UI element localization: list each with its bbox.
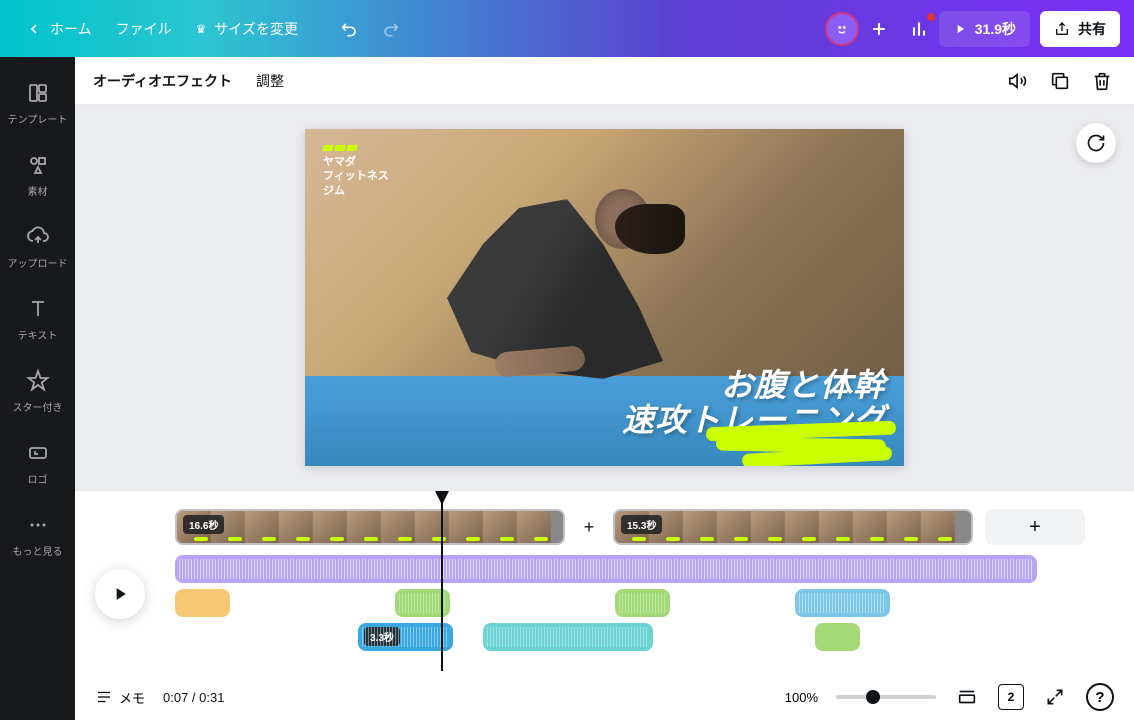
timeline: 16.6秒 + 15.3秒 + <box>75 490 1134 720</box>
redo-button[interactable] <box>370 9 410 49</box>
view-mode-icon[interactable] <box>954 684 980 710</box>
audio-clip-teal[interactable] <box>483 623 653 651</box>
swoosh-decoration <box>684 416 904 466</box>
analytics-button[interactable] <box>899 9 939 49</box>
crown-icon: ♛ <box>196 22 207 36</box>
zoom-slider[interactable] <box>836 695 936 699</box>
app-header: ホーム ファイル ♛ サイズを変更 31.9秒 共有 <box>0 0 1134 57</box>
share-button[interactable]: 共有 <box>1040 11 1120 47</box>
play-duration-button[interactable]: 31.9秒 <box>939 11 1030 47</box>
user-avatar[interactable] <box>825 12 859 46</box>
context-toolbar: オーディオエフェクト 調整 <box>75 57 1134 105</box>
help-button[interactable]: ? <box>1086 683 1114 711</box>
side-nav: テンプレート 素材 アップロード テキスト スター付き ロゴ もっと見る <box>0 57 75 720</box>
page-number[interactable]: 2 <box>998 684 1024 710</box>
home-label: ホーム <box>50 19 92 39</box>
audio-clip-green-3[interactable] <box>815 623 860 651</box>
bottom-bar: メモ 0:07 / 0:31 100% 2 ? <box>75 674 1134 720</box>
video-clip-2[interactable]: 15.3秒 <box>613 509 973 545</box>
time-display: 0:07 / 0:31 <box>163 690 224 705</box>
audio-clip-green-2[interactable] <box>615 589 670 617</box>
sidebar-uploads[interactable]: アップロード <box>0 211 75 283</box>
video-track: 16.6秒 + 15.3秒 + <box>175 509 1114 545</box>
file-menu[interactable]: ファイル <box>104 11 184 47</box>
sidebar-templates[interactable]: テンプレート <box>0 67 75 139</box>
sidebar-logo[interactable]: ロゴ <box>0 427 75 499</box>
refresh-button[interactable] <box>1076 123 1116 163</box>
canvas-area: ヤマダ フィットネス ジム お腹と体幹 速攻トレーニング <box>75 105 1134 490</box>
add-scene-between[interactable]: + <box>577 515 601 539</box>
sidebar-starred[interactable]: スター付き <box>0 355 75 427</box>
home-button[interactable]: ホーム <box>14 11 104 47</box>
undo-button[interactable] <box>330 9 370 49</box>
volume-icon[interactable] <box>1004 67 1032 95</box>
zoom-label: 100% <box>785 690 818 705</box>
sidebar-more[interactable]: もっと見る <box>0 499 75 571</box>
video-canvas[interactable]: ヤマダ フィットネス ジム お腹と体幹 速攻トレーニング <box>305 129 904 466</box>
audio-clip-blue-1[interactable] <box>795 589 890 617</box>
brand-logo: ヤマダ フィットネス ジム <box>323 145 389 198</box>
duplicate-icon[interactable] <box>1046 67 1074 95</box>
memo-button[interactable]: メモ <box>95 688 145 707</box>
audio-clip-blue-labeled[interactable]: 3.3秒 <box>358 623 453 651</box>
fullscreen-icon[interactable] <box>1042 684 1068 710</box>
audio-track-main[interactable] <box>175 555 1037 583</box>
add-button[interactable] <box>859 9 899 49</box>
timeline-play-button[interactable] <box>95 569 145 619</box>
adjust-button[interactable]: 調整 <box>256 71 284 91</box>
delete-icon[interactable] <box>1088 67 1116 95</box>
sidebar-text[interactable]: テキスト <box>0 283 75 355</box>
audio-effects-button[interactable]: オーディオエフェクト <box>93 71 232 91</box>
add-scene-button[interactable]: + <box>985 509 1085 545</box>
resize-button[interactable]: ♛ サイズを変更 <box>184 11 310 47</box>
sidebar-elements[interactable]: 素材 <box>0 139 75 211</box>
playhead-line[interactable] <box>441 501 443 671</box>
audio-clip-orange[interactable] <box>175 589 230 617</box>
video-clip-1[interactable]: 16.6秒 <box>175 509 565 545</box>
